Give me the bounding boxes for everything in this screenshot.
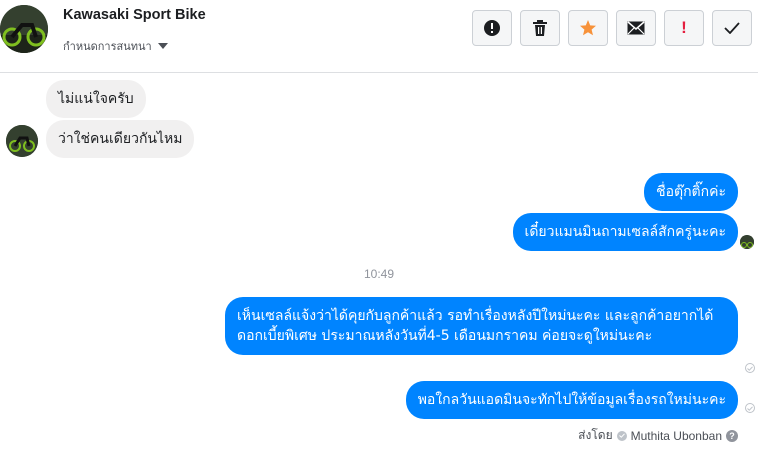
mark-spam-button[interactable] (472, 10, 512, 46)
conversation-settings-label: กำหนดการสนทนา (63, 40, 152, 53)
mark-unread-button[interactable] (616, 10, 656, 46)
sent-check-icon (745, 363, 755, 373)
delete-button[interactable] (520, 10, 560, 46)
done-button[interactable] (712, 10, 752, 46)
chevron-down-icon (157, 43, 168, 49)
star-icon (580, 20, 596, 36)
check-icon (724, 22, 740, 34)
check-circle-icon (616, 430, 627, 441)
sent-check-icon (745, 403, 755, 413)
page-title: Kawasaki Sport Bike (63, 7, 206, 23)
message-outgoing[interactable]: ชื่อตุ๊กติ๊กค่ะ (644, 173, 738, 211)
message-timestamp: 10:49 (363, 267, 395, 281)
message-incoming[interactable]: ไม่แน่ใจครับ (46, 80, 146, 118)
message-outgoing[interactable]: พอใกลวันแอดมินจะทักไปให้ข้อมูลเรื่องรถให… (405, 381, 738, 419)
envelope-icon (627, 21, 645, 35)
conversation-header: Kawasaki Sport Bike กำหนดการสนทนา ! (0, 0, 758, 73)
trash-icon (533, 20, 547, 36)
important-button[interactable]: ! (664, 10, 704, 46)
sent-by-name[interactable]: Muthita Ubonban (631, 429, 722, 443)
toolbar: ! (472, 10, 752, 46)
sent-by-prefix: ส่งโดย (578, 428, 613, 442)
exclamation-icon: ! (681, 18, 687, 37)
sender-avatar[interactable] (6, 125, 38, 157)
seen-avatar (740, 235, 754, 249)
message-list: ไม่แน่ใจครับ ว่าใช่คนเดียวกันไหม ชื่อตุ๊… (0, 74, 758, 453)
message-incoming[interactable]: ว่าใช่คนเดียวกันไหม (46, 120, 195, 158)
conversation-settings-dropdown[interactable]: กำหนดการสนทนา (63, 37, 168, 55)
message-outgoing[interactable]: เดี๋ยวแมนมินถามเซลล์สักครู่นะคะ (512, 213, 738, 251)
message-outgoing[interactable]: เห็นเซลล์แจ้งว่าได้คุยกับลูกค้าแล้ว รอทำ… (225, 297, 738, 355)
sent-by-info: ส่งโดย Muthita Ubonban ? (578, 426, 738, 445)
star-button[interactable] (568, 10, 608, 46)
alert-circle-icon (484, 20, 500, 36)
avatar[interactable] (0, 5, 48, 53)
help-icon[interactable]: ? (726, 429, 738, 442)
